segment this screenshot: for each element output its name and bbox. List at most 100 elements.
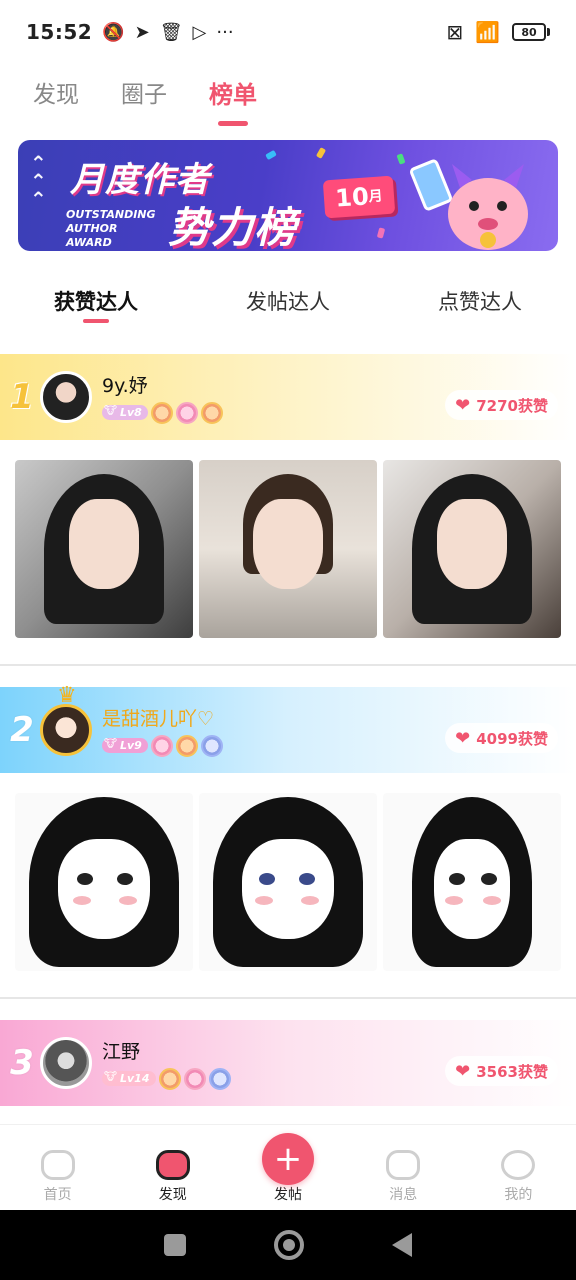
likes-count: 4099获赞 <box>476 729 548 748</box>
likes-count-badge: ❤ 4099获赞 <box>445 723 558 753</box>
user-info: 9y.妤 Lv8 <box>102 371 223 424</box>
profile-icon <box>501 1150 536 1180</box>
month-unit: 月 <box>368 188 384 206</box>
medal-icon <box>175 401 198 424</box>
telegram-icon: ➤ <box>134 21 150 43</box>
tab-most-likes-given[interactable]: 点赞达人 <box>384 280 576 330</box>
nav-home[interactable]: 首页 <box>0 1125 115 1210</box>
trash-icon: 🗑 <box>159 21 183 43</box>
rank-card-3[interactable]: 3 江野 Lv14 ❤ 3563获赞 <box>0 1020 576 1106</box>
avatar[interactable] <box>40 1037 92 1089</box>
section-divider <box>0 664 576 666</box>
avatar[interactable] <box>40 371 92 423</box>
nav-post[interactable]: + 发帖 <box>230 1125 345 1210</box>
user-info: 是甜酒儿吖♡ Lv9 <box>102 704 223 757</box>
medal-icon <box>158 1067 181 1090</box>
post-thumbnails <box>0 460 576 638</box>
tab-most-liked[interactable]: 获赞达人 <box>0 280 192 330</box>
badge-row: Lv9 <box>102 734 223 757</box>
banner-english: OUTSTANDING AUTHOR AWARD <box>66 208 156 249</box>
tab-discover[interactable]: 发现 <box>33 75 79 109</box>
nav-messages-label: 消息 <box>389 1187 418 1203</box>
rank-header: 3 江野 Lv14 ❤ 3563获赞 <box>0 1020 576 1106</box>
heart-icon: ❤ <box>455 1060 471 1082</box>
username[interactable]: 江野 <box>102 1037 231 1064</box>
status-right: ⊠ 📶 80 <box>446 20 550 44</box>
status-bar: 15:52 🔕 ➤ 🗑 ▷ ··· ⊠ 📶 80 <box>0 0 576 64</box>
month-number: 10 <box>334 182 370 213</box>
top-tabs: 发现 圈子 榜单 <box>0 62 576 122</box>
avatar[interactable]: ♛ <box>40 683 92 756</box>
ranking-sub-tabs: 获赞达人 发帖达人 点赞达人 <box>0 280 576 330</box>
status-icons: 🔕 ➤ 🗑 ▷ ··· <box>102 22 233 43</box>
bottom-nav: 首页 发现 + 发帖 消息 我的 <box>0 1124 576 1210</box>
battery-icon: 80 <box>512 23 550 41</box>
level-badge: Lv8 <box>102 404 148 420</box>
badge-row: Lv14 <box>102 1067 231 1090</box>
plus-icon[interactable]: + <box>262 1133 314 1185</box>
rank-number: 3 <box>10 1043 34 1083</box>
tab-circles[interactable]: 圈子 <box>121 75 167 109</box>
post-thumbnail[interactable] <box>383 460 561 638</box>
post-thumbnail[interactable] <box>383 793 561 971</box>
back-button[interactable] <box>392 1233 412 1257</box>
medal-icon <box>175 734 198 757</box>
play-icon: ▷ <box>192 21 207 43</box>
nav-messages[interactable]: 消息 <box>346 1125 461 1210</box>
post-thumbnail[interactable] <box>199 460 377 638</box>
crown-icon: ♛ <box>57 683 77 708</box>
rank-card-1[interactable]: 1 9y.妤 Lv8 ❤ 7270获赞 <box>0 354 576 638</box>
mute-icon: 🔕 <box>102 21 125 43</box>
level-badge: Lv14 <box>102 1070 156 1086</box>
rank-card-2[interactable]: 2 ♛ 是甜酒儿吖♡ Lv9 ❤ 4099获赞 <box>0 683 576 971</box>
medal-icon <box>200 734 223 757</box>
rank-number: 2 <box>10 710 34 750</box>
message-icon <box>386 1150 421 1180</box>
nav-post-label: 发帖 <box>274 1187 302 1203</box>
nav-discover[interactable]: 发现 <box>115 1125 230 1210</box>
badge-row: Lv8 <box>102 401 223 424</box>
nav-home-label: 首页 <box>43 1187 72 1203</box>
nav-profile-label: 我的 <box>504 1187 533 1203</box>
banner-title-line2: 势力榜 <box>168 203 298 251</box>
recents-button[interactable] <box>164 1234 186 1256</box>
heart-icon: ❤ <box>455 727 471 749</box>
status-time: 15:52 <box>26 20 93 44</box>
medal-icon <box>150 401 173 424</box>
medal-icon <box>150 734 173 757</box>
rank-header: 1 9y.妤 Lv8 ❤ 7270获赞 <box>0 354 576 440</box>
medal-icon <box>183 1067 206 1090</box>
app-screen: 15:52 🔕 ➤ 🗑 ▷ ··· ⊠ 📶 80 发现 圈子 榜单 ⌃ ⌃ ⌃ 月度… <box>0 0 576 1280</box>
chevron-up-icon: ⌃ ⌃ ⌃ <box>30 151 47 211</box>
home-icon <box>40 1150 75 1180</box>
home-button[interactable] <box>274 1230 304 1260</box>
likes-count-badge: ❤ 7270获赞 <box>445 390 558 420</box>
likes-count: 3563获赞 <box>476 1062 548 1081</box>
medal-icon <box>200 401 223 424</box>
likes-count-badge: ❤ 3563获赞 <box>445 1056 558 1086</box>
tab-rankings[interactable]: 榜单 <box>209 75 257 110</box>
post-thumbnails <box>0 793 576 971</box>
section-divider <box>0 997 576 999</box>
user-info: 江野 Lv14 <box>102 1037 231 1090</box>
post-thumbnail[interactable] <box>199 793 377 971</box>
tab-most-posts[interactable]: 发帖达人 <box>192 280 384 330</box>
monthly-author-banner[interactable]: ⌃ ⌃ ⌃ 月度作者 势力榜 OUTSTANDING AUTHOR AWARD 10… <box>18 140 558 251</box>
month-badge: 10 月 <box>322 175 396 219</box>
username[interactable]: 是甜酒儿吖♡ <box>102 704 223 731</box>
likes-count: 7270获赞 <box>476 396 548 415</box>
username[interactable]: 9y.妤 <box>102 371 223 398</box>
battery-level: 80 <box>512 23 546 41</box>
medal-icon <box>208 1067 231 1090</box>
wifi-icon: 📶 <box>475 20 500 44</box>
system-nav-bar <box>0 1210 576 1280</box>
rank-header: 2 ♛ 是甜酒儿吖♡ Lv9 ❤ 4099获赞 <box>0 683 576 773</box>
post-thumbnail[interactable] <box>15 460 193 638</box>
heart-icon: ❤ <box>455 394 471 416</box>
discover-icon <box>155 1150 190 1180</box>
rank-number: 1 <box>10 377 34 417</box>
nav-profile[interactable]: 我的 <box>461 1125 576 1210</box>
level-badge: Lv9 <box>102 737 148 753</box>
sim-icon: ⊠ <box>446 20 464 44</box>
post-thumbnail[interactable] <box>15 793 193 971</box>
